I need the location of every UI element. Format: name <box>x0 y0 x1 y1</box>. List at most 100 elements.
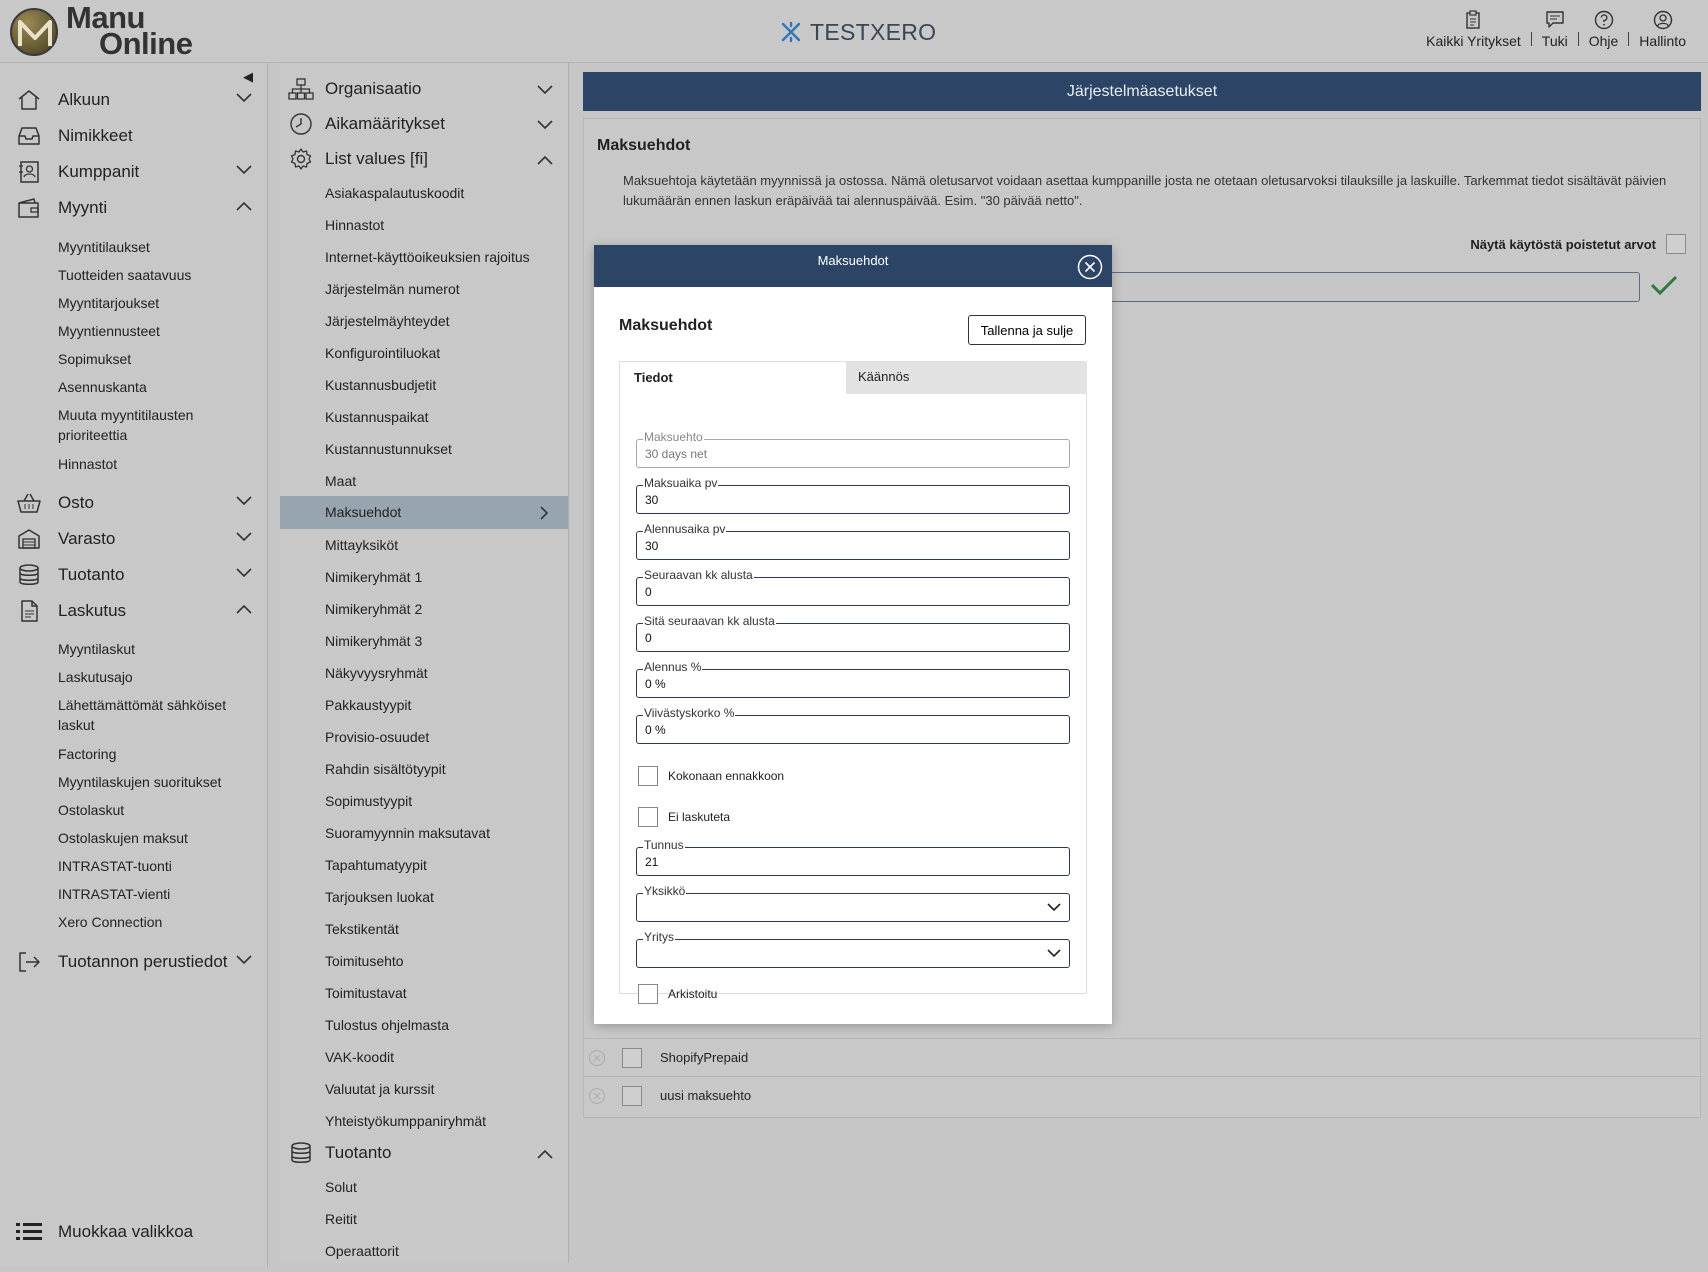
new-value-input[interactable] <box>1110 272 1640 302</box>
list-item-konfigurointiluokat[interactable]: Konfigurointiluokat <box>325 345 440 361</box>
nav-sub-xero-connection[interactable]: Xero Connection <box>58 912 258 932</box>
list-item-maksuehdot-selected[interactable]: Maksuehdot <box>280 496 568 529</box>
row-checkbox[interactable] <box>622 1048 642 1068</box>
list-item-reitit[interactable]: Reitit <box>325 1211 357 1227</box>
discount-percent-field[interactable]: Alennus % 0 % <box>636 660 1070 698</box>
list-item-hinnastot[interactable]: Hinnastot <box>325 217 384 233</box>
list-item-suoramyynnin-maksutavat[interactable]: Suoramyynnin maksutavat <box>325 825 490 841</box>
tab-tiedot[interactable]: Tiedot <box>619 361 846 394</box>
list-item-vak-koodit[interactable]: VAK-koodit <box>325 1049 394 1065</box>
list-item-kustannusbudjetit[interactable]: Kustannusbudjetit <box>325 377 436 393</box>
discount-days-field[interactable]: Alennusaika pv 30 <box>636 522 1070 560</box>
code-field[interactable]: Tunnus 21 <box>636 838 1070 876</box>
payment-days-field[interactable]: Maksuaika pv 30 <box>636 476 1070 514</box>
all-companies-button[interactable]: Kaikki Yritykset <box>1416 10 1531 49</box>
show-deleted-toggle[interactable]: Näytä käytöstä poistetut arvot <box>1470 234 1686 254</box>
nav-sub-suoritukset[interactable]: Myyntilaskujen suoritukset <box>58 772 258 792</box>
nav-item-alkuun[interactable]: Alkuun <box>0 85 268 115</box>
list-item-nimikeryhmat-3[interactable]: Nimikeryhmät 3 <box>325 633 422 649</box>
nav-sub-lahettamattomat[interactable]: Lähettämättömät sähköiset laskut <box>58 695 233 735</box>
list-item-tarjouksen-luokat[interactable]: Tarjouksen luokat <box>325 889 434 905</box>
list-item-jarjestelmayhteydet[interactable]: Järjestelmäyhteydet <box>325 313 450 329</box>
list-item-sopimustyypit[interactable]: Sopimustyypit <box>325 793 412 809</box>
list-item-provisio-osuudet[interactable]: Provisio-osuudet <box>325 729 429 745</box>
list-item-tapahtumatyypit[interactable]: Tapahtumatyypit <box>325 857 427 873</box>
manu-online-logo[interactable]: Manu Online <box>10 2 210 60</box>
nav-sub-laskutusajo[interactable]: Laskutusajo <box>58 667 258 687</box>
tab-kaannos[interactable]: Käännös <box>846 361 1087 394</box>
list-item-nimikeryhmat-1[interactable]: Nimikeryhmät 1 <box>325 569 422 585</box>
nav-item-osto[interactable]: Osto <box>0 488 268 518</box>
mid-head-organisaatio[interactable]: Organisaatio <box>280 72 568 106</box>
list-item-yhteistyokumppaniryhmat[interactable]: Yhteistyökumppaniryhmät <box>325 1113 486 1129</box>
nav-sub-factoring[interactable]: Factoring <box>58 744 258 764</box>
admin-button[interactable]: Hallinto <box>1629 10 1696 49</box>
close-icon[interactable] <box>1077 254 1103 280</box>
following-month-start-field[interactable]: Sitä seuraavan kk alusta 0 <box>636 614 1070 652</box>
nav-sub-myyntitilaukset[interactable]: Myyntitilaukset <box>58 237 258 257</box>
not-invoiced-checkbox-row[interactable]: Ei laskuteta <box>638 807 730 827</box>
collapse-sidebar-icon[interactable]: ◀ <box>243 69 253 85</box>
nav-item-myynti[interactable]: Myynti <box>0 193 268 223</box>
mid-head-tuotanto[interactable]: Tuotanto <box>280 1136 568 1170</box>
list-item-jarjestelman-numerot[interactable]: Järjestelmän numerot <box>325 281 460 297</box>
nav-sub-muuta-prioriteettia[interactable]: Muuta myyntitilausten prioriteettia <box>58 405 208 445</box>
help-button[interactable]: Ohje <box>1579 10 1629 49</box>
nav-sub-myyntitarjoukset[interactable]: Myyntitarjoukset <box>58 293 258 313</box>
list-item-asiakaspalautuskoodit[interactable]: Asiakaspalautuskoodit <box>325 185 464 201</box>
nav-item-kumppanit[interactable]: Kumppanit <box>0 157 268 187</box>
late-interest-field[interactable]: Viivästyskorko % 0 % <box>636 706 1070 744</box>
list-item-nimikeryhmat-2[interactable]: Nimikeryhmät 2 <box>325 601 422 617</box>
edit-menu-button[interactable]: Muokkaa valikkoa <box>16 1221 193 1243</box>
nav-sub-tuotteiden-saatavuus[interactable]: Tuotteiden saatavuus <box>58 265 258 285</box>
nav-item-laskutus[interactable]: Laskutus <box>0 596 268 626</box>
check-icon[interactable] <box>1650 274 1678 296</box>
next-month-start-field[interactable]: Seuraavan kk alusta 0 <box>636 568 1070 606</box>
mid-head-list-values[interactable]: List values [fi] <box>280 142 568 176</box>
mid-head-aikamaaritykset[interactable]: Aikamääritykset <box>280 107 568 141</box>
list-item-toimitustavat[interactable]: Toimitustavat <box>325 985 407 1001</box>
nav-sub-intrastat-vienti[interactable]: INTRASTAT-vienti <box>58 884 258 904</box>
list-item-kustannustunnukset[interactable]: Kustannustunnukset <box>325 441 452 457</box>
list-item-nakyvyysryhmat[interactable]: Näkyvyysryhmät <box>325 665 428 681</box>
list-item-toimitusehto[interactable]: Toimitusehto <box>325 953 404 969</box>
table-row[interactable]: ShopifyPrepaid <box>584 1038 1700 1076</box>
list-item-kustannuspaikat[interactable]: Kustannuspaikat <box>325 409 429 425</box>
archived-checkbox[interactable] <box>638 984 658 1004</box>
list-item-maat[interactable]: Maat <box>325 473 356 489</box>
nav-item-nimikkeet[interactable]: Nimikkeet <box>0 121 268 151</box>
nav-sub-asennuskanta[interactable]: Asennuskanta <box>58 377 258 397</box>
list-item-tekstikentat[interactable]: Tekstikentät <box>325 921 399 937</box>
list-item-solut[interactable]: Solut <box>325 1179 357 1195</box>
nav-item-tuotanto[interactable]: Tuotanto <box>0 560 268 590</box>
not-invoiced-checkbox[interactable] <box>638 807 658 827</box>
row-checkbox[interactable] <box>622 1086 642 1106</box>
list-item-tulostus-ohjelmasta[interactable]: Tulostus ohjelmasta <box>325 1017 449 1033</box>
nav-item-varasto[interactable]: Varasto <box>0 524 268 554</box>
nav-sub-myyntiennusteet[interactable]: Myyntiennusteet <box>58 321 258 341</box>
prepaid-checkbox-row[interactable]: Kokonaan ennakkoon <box>638 766 784 786</box>
list-item-mittayksikot[interactable]: Mittayksiköt <box>325 537 398 553</box>
prepaid-checkbox[interactable] <box>638 766 658 786</box>
show-deleted-checkbox[interactable] <box>1666 234 1686 254</box>
list-item-pakkaustyypit[interactable]: Pakkaustyypit <box>325 697 411 713</box>
support-button[interactable]: Tuki <box>1532 10 1578 49</box>
delete-icon[interactable] <box>588 1049 606 1067</box>
archived-checkbox-row[interactable]: Arkistoitu <box>638 984 717 1004</box>
list-item-internet-rajoitus[interactable]: Internet-käyttöoikeuksien rajoitus <box>325 249 530 265</box>
nav-sub-ostolaskut[interactable]: Ostolaskut <box>58 800 258 820</box>
list-item-rahdin-sisaltotyypit[interactable]: Rahdin sisältötyypit <box>325 761 446 777</box>
save-and-close-button[interactable]: Tallenna ja sulje <box>968 315 1086 345</box>
nav-sub-intrastat-tuonti[interactable]: INTRASTAT-tuonti <box>58 856 258 876</box>
list-item-valuutat-ja-kurssit[interactable]: Valuutat ja kurssit <box>325 1081 434 1097</box>
nav-sub-sopimukset[interactable]: Sopimukset <box>58 349 258 369</box>
delete-icon[interactable] <box>588 1087 606 1105</box>
unit-select[interactable]: Yksikkö <box>636 884 1070 922</box>
company-select[interactable]: Yritys <box>636 930 1070 968</box>
nav-sub-hinnastot[interactable]: Hinnastot <box>58 454 258 474</box>
nav-sub-ostolaskujen-maksut[interactable]: Ostolaskujen maksut <box>58 828 258 848</box>
nav-item-tuotannon-perustiedot[interactable]: Tuotannon perustiedot <box>0 947 268 977</box>
list-item-operaattorit[interactable]: Operaattorit <box>325 1243 399 1259</box>
table-row[interactable]: uusi maksuehto <box>584 1076 1700 1114</box>
nav-sub-myyntilaskut[interactable]: Myyntilaskut <box>58 639 258 659</box>
